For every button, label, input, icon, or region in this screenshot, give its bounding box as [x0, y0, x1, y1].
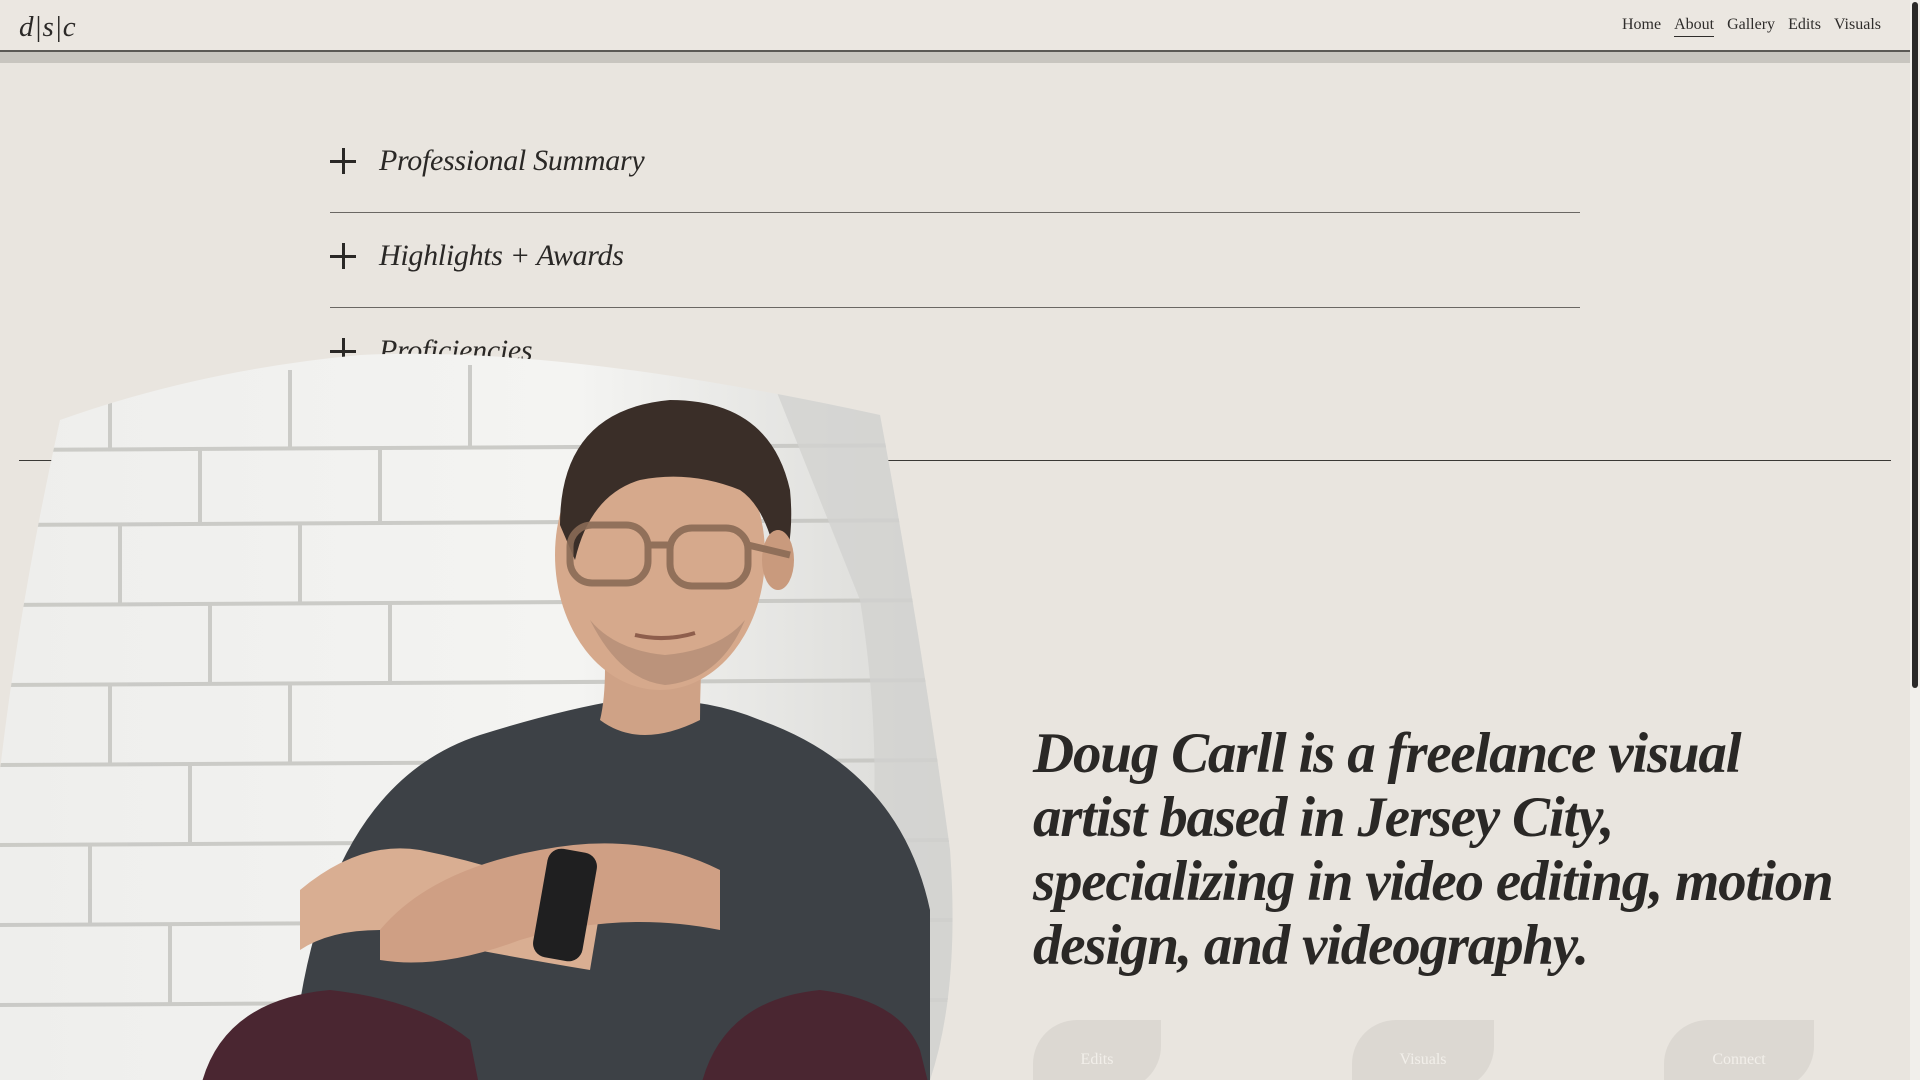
nav-visuals[interactable]: Visuals — [1834, 16, 1881, 37]
edits-button[interactable]: Edits — [1033, 1020, 1161, 1080]
site-header: d|s|c Home About Gallery Edits Visuals — [0, 0, 1910, 52]
header-shadow-band — [0, 52, 1910, 63]
main-nav: Home About Gallery Edits Visuals — [1622, 16, 1881, 37]
visuals-button[interactable]: Visuals — [1352, 1020, 1494, 1080]
connect-button[interactable]: Connect — [1664, 1020, 1814, 1080]
portrait-photo — [0, 353, 953, 1080]
site-logo[interactable]: d|s|c — [19, 11, 76, 44]
header-divider — [0, 50, 1910, 52]
accordion-item-highlights-awards[interactable]: Highlights + Awards — [330, 213, 1580, 308]
accordion-label: Highlights + Awards — [379, 239, 624, 272]
page: d|s|c Home About Gallery Edits Visuals P… — [0, 0, 1920, 1080]
accordion-item-professional-summary[interactable]: Professional Summary — [330, 118, 1580, 213]
nav-home[interactable]: Home — [1622, 16, 1661, 37]
scrollbar-thumb[interactable] — [1912, 2, 1918, 688]
hero-statement: Doug Carll is a freelance visual artist … — [1033, 722, 1834, 977]
accordion-label: Professional Summary — [379, 144, 645, 177]
plus-icon — [330, 243, 356, 269]
nav-about[interactable]: About — [1674, 16, 1715, 37]
nav-gallery[interactable]: Gallery — [1727, 16, 1775, 37]
plus-icon — [330, 148, 356, 174]
nav-edits[interactable]: Edits — [1788, 16, 1821, 37]
